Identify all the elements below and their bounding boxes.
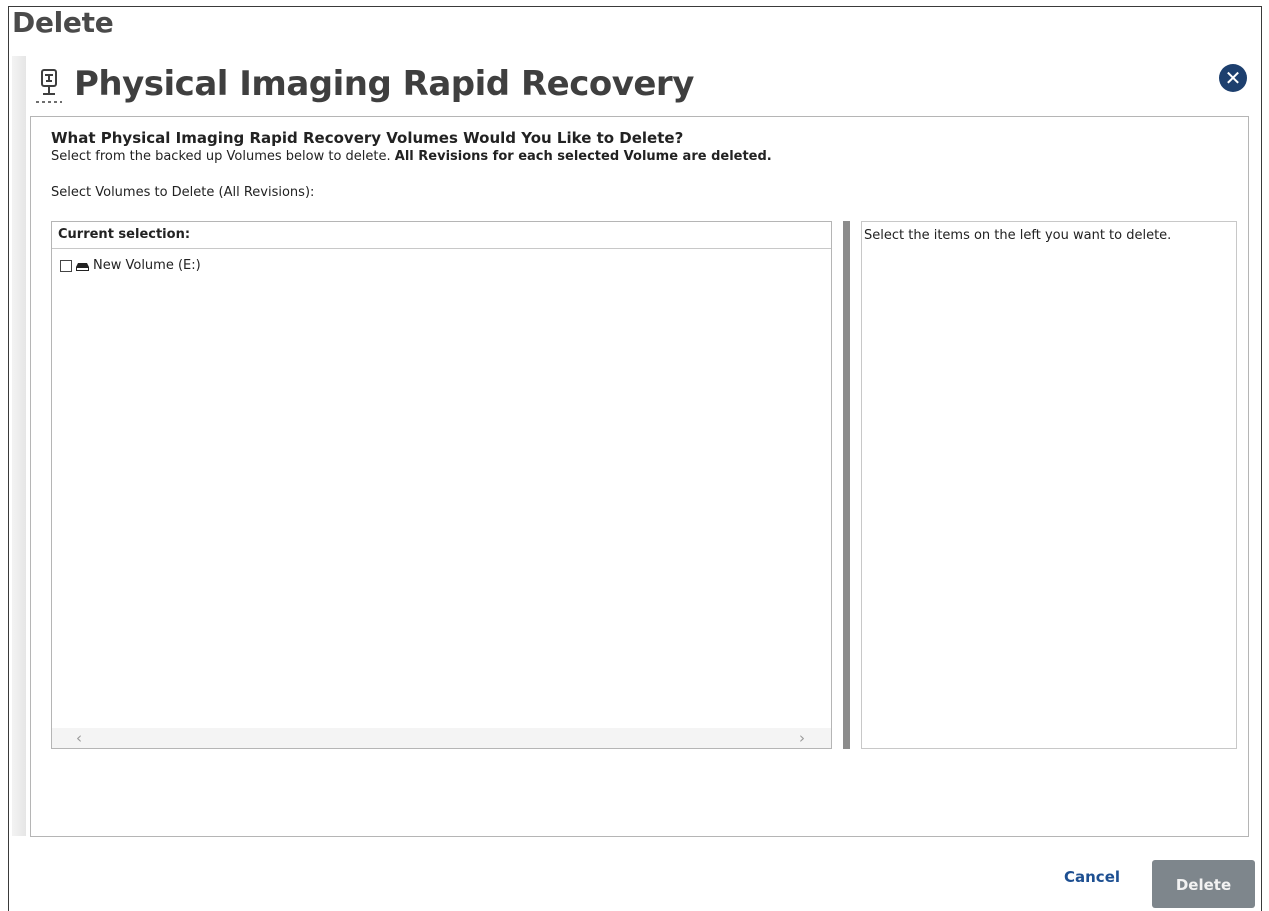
tree-header: Current selection: bbox=[52, 222, 831, 249]
panel-splitter[interactable] bbox=[843, 221, 850, 749]
instruction-bold: All Revisions for each selected Volume a… bbox=[394, 149, 772, 164]
close-icon[interactable]: ✕ bbox=[1219, 64, 1247, 92]
delete-button[interactable]: Delete bbox=[1152, 860, 1255, 908]
volume-tree: Current selection: New Volume (E:) ‹ › bbox=[51, 221, 832, 749]
dialog-content: What Physical Imaging Rapid Recovery Vol… bbox=[30, 116, 1249, 837]
volume-checkbox[interactable] bbox=[60, 259, 72, 272]
selection-details-panel: Select the items on the left you want to… bbox=[861, 221, 1237, 749]
scroll-right-icon[interactable]: › bbox=[793, 728, 811, 748]
scroll-left-icon[interactable]: ‹ bbox=[70, 728, 88, 748]
instruction-text: Select from the backed up Volumes below … bbox=[51, 149, 772, 164]
tree-item-new-volume[interactable]: New Volume (E:) bbox=[60, 258, 201, 273]
instruction-plain: Select from the backed up Volumes below … bbox=[51, 149, 395, 164]
volume-label: New Volume (E:) bbox=[93, 258, 201, 273]
physical-imaging-icon bbox=[34, 68, 64, 106]
cancel-button[interactable]: Cancel bbox=[1064, 868, 1120, 886]
side-shadow bbox=[12, 56, 26, 836]
delete-question: What Physical Imaging Rapid Recovery Vol… bbox=[51, 129, 684, 147]
dialog-header: Physical Imaging Rapid Recovery ✕ bbox=[30, 60, 1248, 116]
dialog-title: Physical Imaging Rapid Recovery bbox=[74, 64, 694, 104]
select-volumes-label: Select Volumes to Delete (All Revisions)… bbox=[51, 185, 315, 200]
page-title: Delete bbox=[12, 6, 114, 39]
horizontal-scrollbar[interactable]: ‹ › bbox=[52, 728, 831, 748]
drive-icon bbox=[76, 261, 89, 271]
